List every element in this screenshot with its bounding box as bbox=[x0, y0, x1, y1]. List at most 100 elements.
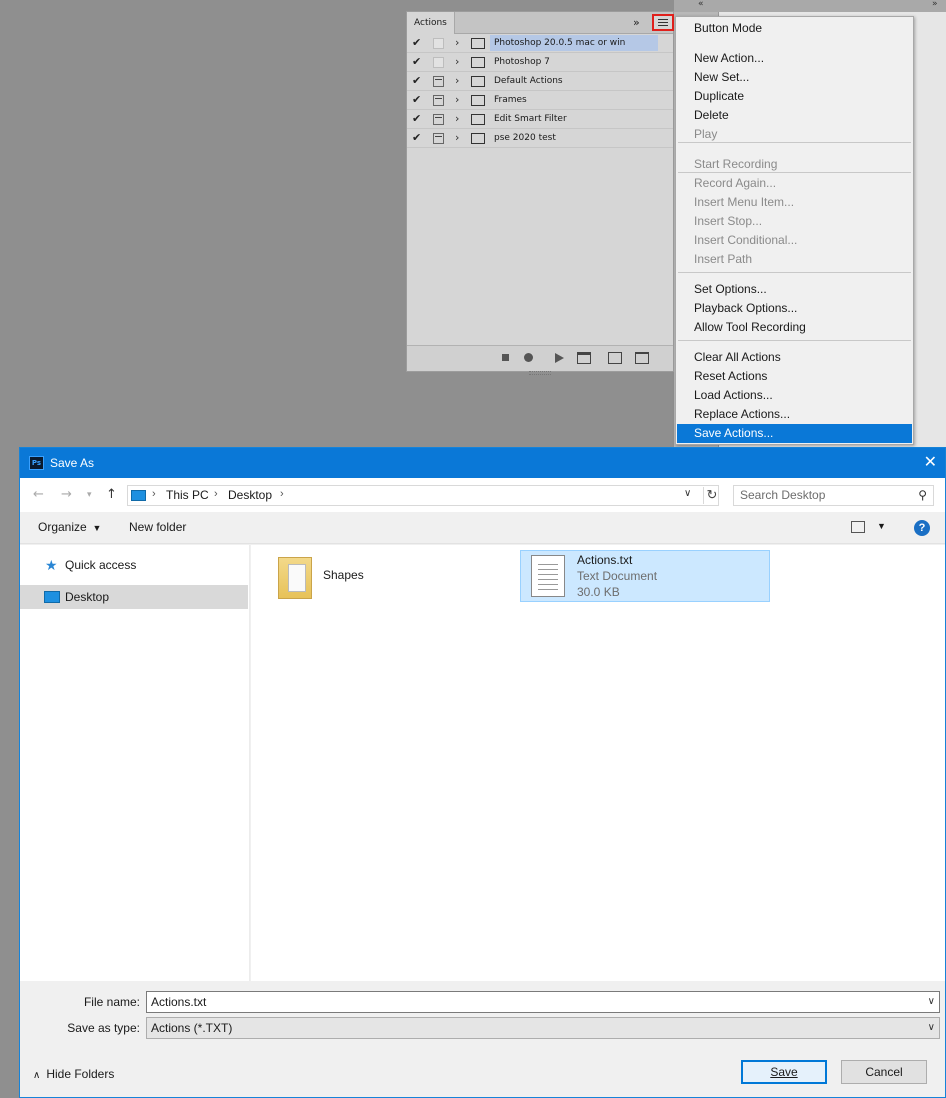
menu-item[interactable]: Duplicate bbox=[677, 87, 912, 106]
chevron-down-icon[interactable]: ▼ bbox=[877, 521, 886, 531]
dialog-toggle-icon[interactable] bbox=[433, 133, 444, 144]
menu-item[interactable]: Reset Actions bbox=[677, 367, 912, 386]
checkmark-icon[interactable]: ✔ bbox=[412, 74, 421, 87]
dialog-toggle-icon[interactable] bbox=[433, 114, 444, 125]
chevron-down-icon[interactable]: ∨ bbox=[684, 488, 691, 499]
checkmark-icon[interactable]: ✔ bbox=[412, 55, 421, 68]
checkmark-icon[interactable]: ✔ bbox=[412, 131, 421, 144]
file-name-label: File name: bbox=[83, 995, 140, 1009]
menu-item[interactable]: Set Options... bbox=[677, 280, 912, 299]
menu-item[interactable]: New Action... bbox=[677, 49, 912, 68]
action-set-name: Photoshop 20.0.5 mac or win bbox=[490, 35, 658, 51]
refresh-icon[interactable]: ↻ bbox=[703, 487, 720, 504]
hide-folders-button[interactable]: ∧ Hide Folders bbox=[33, 1067, 114, 1081]
action-set-row[interactable]: ✔ › Photoshop 20.0.5 mac or win bbox=[407, 34, 673, 53]
new-action-icon[interactable] bbox=[608, 352, 622, 364]
nav-item[interactable]: ★ Quick access bbox=[20, 553, 248, 577]
menu-item[interactable]: Insert Conditional... bbox=[677, 231, 912, 250]
action-set-row[interactable]: ✔ › Edit Smart Filter bbox=[407, 110, 673, 129]
trash-icon[interactable] bbox=[635, 352, 649, 364]
save-type-select[interactable]: Actions (*.TXT) ∨ bbox=[146, 1017, 940, 1039]
breadcrumb-chevron-icon[interactable]: › bbox=[152, 488, 156, 500]
breadcrumb-desktop[interactable]: Desktop bbox=[228, 488, 272, 502]
breadcrumb-chevron-icon[interactable]: › bbox=[280, 488, 284, 500]
dialog-toggle-icon[interactable] bbox=[433, 57, 444, 68]
search-input[interactable]: Search Desktop ⚲ bbox=[733, 485, 934, 506]
chevron-down-icon[interactable]: ∨ bbox=[928, 992, 935, 1012]
collapse-right-icon[interactable]: » bbox=[932, 0, 938, 9]
menu-item[interactable]: Button Mode bbox=[677, 19, 912, 38]
dialog-toggle-icon[interactable] bbox=[433, 76, 444, 87]
actions-tabbar: Actions » bbox=[407, 12, 674, 34]
menu-item[interactable]: Clear All Actions bbox=[677, 348, 912, 367]
chevron-right-icon[interactable]: › bbox=[455, 55, 459, 68]
menu-item[interactable]: Save Actions... bbox=[677, 424, 912, 443]
menu-item[interactable]: Record Again... bbox=[677, 174, 912, 193]
new-folder-button[interactable]: New folder bbox=[129, 520, 186, 534]
collapse-left-icon[interactable]: « bbox=[698, 0, 704, 9]
chevron-right-icon[interactable]: › bbox=[455, 74, 459, 87]
resize-grip[interactable] bbox=[529, 371, 551, 375]
checkmark-icon[interactable]: ✔ bbox=[412, 93, 421, 106]
forward-arrow-icon[interactable]: → bbox=[61, 487, 72, 502]
chevron-right-icon[interactable]: › bbox=[455, 112, 459, 125]
dock-collapse-bar[interactable]: « » bbox=[674, 0, 946, 12]
back-arrow-icon[interactable]: ← bbox=[33, 487, 44, 502]
save-button[interactable]: Save bbox=[741, 1060, 827, 1084]
dialog-toggle-icon[interactable] bbox=[433, 38, 444, 49]
recent-locations-icon[interactable]: ▾ bbox=[87, 490, 92, 500]
chevron-right-icon[interactable]: › bbox=[455, 131, 459, 144]
menu-item[interactable]: Replace Actions... bbox=[677, 405, 912, 424]
chevron-down-icon[interactable]: ∨ bbox=[928, 1018, 935, 1038]
action-set-row[interactable]: ✔ › Default Actions bbox=[407, 72, 673, 91]
nav-item[interactable]: Desktop bbox=[20, 585, 248, 609]
menu-item[interactable]: Insert Menu Item... bbox=[677, 193, 912, 212]
dialog-titlebar[interactable]: Ps Save As ✕ bbox=[20, 448, 945, 478]
close-icon[interactable]: ✕ bbox=[924, 452, 937, 471]
menu-item[interactable]: Delete bbox=[677, 106, 912, 125]
file-list: Shapes Actions.txt Text Document 30.0 KB bbox=[251, 545, 945, 981]
menu-item[interactable]: Insert Path bbox=[677, 250, 912, 269]
address-bar[interactable]: › This PC › Desktop › ∨ ↻ bbox=[127, 485, 719, 506]
help-icon[interactable]: ? bbox=[914, 520, 930, 536]
cancel-button[interactable]: Cancel bbox=[841, 1060, 927, 1084]
folder-icon bbox=[471, 133, 485, 144]
stop-icon[interactable] bbox=[499, 352, 513, 364]
action-list: ✔ › Photoshop 20.0.5 mac or win ✔ › Photoshop… bbox=[407, 34, 673, 148]
folder-icon bbox=[278, 557, 312, 599]
record-icon[interactable] bbox=[522, 352, 536, 364]
tab-actions[interactable]: Actions bbox=[407, 12, 455, 34]
folder-icon bbox=[471, 57, 485, 68]
chevron-right-icon[interactable]: › bbox=[455, 93, 459, 106]
file-name-field[interactable]: Actions.txt ∨ bbox=[146, 991, 940, 1013]
up-arrow-icon[interactable]: ↑ bbox=[106, 487, 117, 502]
breadcrumb-chevron-icon[interactable]: › bbox=[214, 488, 218, 500]
view-options-icon[interactable] bbox=[851, 521, 865, 533]
menu-item[interactable]: Play bbox=[677, 125, 912, 144]
menu-item[interactable]: Start Recording bbox=[677, 155, 912, 174]
chevron-up-icon: ∧ bbox=[33, 1070, 41, 1081]
checkmark-icon[interactable]: ✔ bbox=[412, 36, 421, 49]
file-item-shapes[interactable]: Shapes bbox=[276, 553, 496, 603]
panel-menu-icon[interactable] bbox=[652, 14, 674, 31]
menu-item[interactable]: Playback Options... bbox=[677, 299, 912, 318]
menu-item[interactable]: Allow Tool Recording bbox=[677, 318, 912, 337]
dialog-toggle-icon[interactable] bbox=[433, 95, 444, 106]
action-set-row[interactable]: ✔ › Photoshop 7 bbox=[407, 53, 673, 72]
new-set-icon[interactable] bbox=[577, 352, 591, 364]
menu-item[interactable]: Load Actions... bbox=[677, 386, 912, 405]
checkmark-icon[interactable]: ✔ bbox=[412, 112, 421, 125]
play-icon[interactable] bbox=[552, 352, 566, 364]
organize-button[interactable]: Organize ▼ bbox=[38, 520, 101, 534]
breadcrumb-this-pc[interactable]: This PC bbox=[166, 488, 209, 502]
actions-panel-menu: Button Mode New Action... New Set... Duplic… bbox=[675, 16, 914, 445]
search-icon: ⚲ bbox=[918, 488, 927, 502]
chevron-right-icon[interactable]: › bbox=[455, 36, 459, 49]
action-set-row[interactable]: ✔ › pse 2020 test bbox=[407, 129, 673, 148]
expand-panel-icon[interactable]: » bbox=[633, 16, 640, 29]
action-set-row[interactable]: ✔ › Frames bbox=[407, 91, 673, 110]
file-item-actions-txt[interactable]: Actions.txt Text Document 30.0 KB bbox=[520, 550, 770, 602]
menu-item[interactable]: New Set... bbox=[677, 68, 912, 87]
action-set-name: Photoshop 7 bbox=[494, 57, 550, 67]
menu-item[interactable]: Insert Stop... bbox=[677, 212, 912, 231]
